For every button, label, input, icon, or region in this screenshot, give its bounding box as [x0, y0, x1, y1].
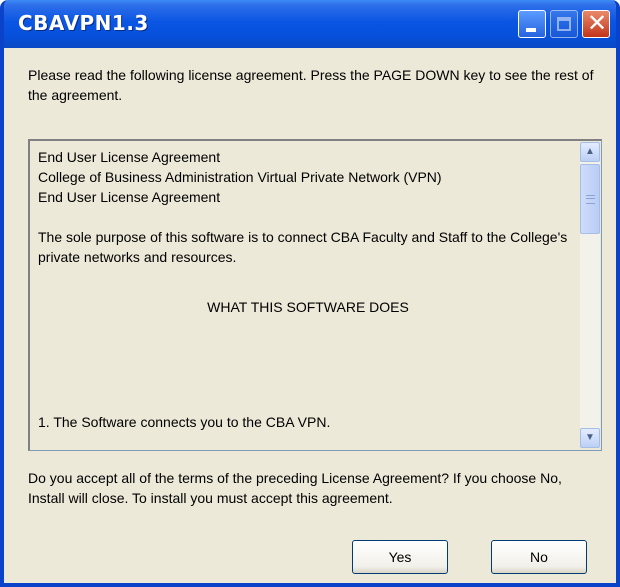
- close-button[interactable]: ✕: [582, 10, 610, 38]
- scroll-down-button[interactable]: ▼: [580, 428, 600, 448]
- chevron-down-icon: ▼: [585, 432, 595, 443]
- chevron-up-icon: ▲: [585, 146, 595, 157]
- license-line: College of Business Administration Virtu…: [38, 169, 442, 185]
- license-line: End User License Agreement: [38, 189, 221, 205]
- license-item: 1. The Software connects you to the CBA …: [38, 414, 331, 430]
- accept-question-text: Do you accept all of the terms of the pr…: [28, 470, 562, 506]
- grip-icon: [586, 195, 595, 204]
- installer-dialog: CBAVPN1.3 ✕ Please read the following li…: [0, 0, 620, 587]
- title-bar[interactable]: CBAVPN1.3 ✕: [4, 0, 616, 48]
- intro-text: Please read the following license agreem…: [28, 67, 594, 103]
- license-paragraph: The sole purpose of this software is to …: [38, 229, 572, 265]
- minimize-icon: [526, 28, 536, 32]
- license-section-heading: WHAT THIS SOFTWARE DOES: [207, 299, 409, 315]
- yes-button[interactable]: Yes: [352, 540, 448, 574]
- license-text-area[interactable]: End User License Agreement College of Bu…: [28, 139, 602, 451]
- vertical-scrollbar[interactable]: ▲ ▼: [580, 142, 600, 448]
- no-button[interactable]: No: [491, 540, 587, 574]
- maximize-button: [550, 10, 578, 38]
- scroll-thumb[interactable]: [580, 164, 600, 234]
- license-line: End User License Agreement: [38, 149, 221, 165]
- close-icon: ✕: [586, 10, 608, 37]
- window-title: CBAVPN1.3: [18, 11, 149, 35]
- license-content: End User License Agreement College of Bu…: [38, 147, 578, 430]
- scroll-up-button[interactable]: ▲: [580, 142, 600, 162]
- minimize-button[interactable]: [518, 10, 546, 38]
- maximize-icon: [557, 17, 571, 31]
